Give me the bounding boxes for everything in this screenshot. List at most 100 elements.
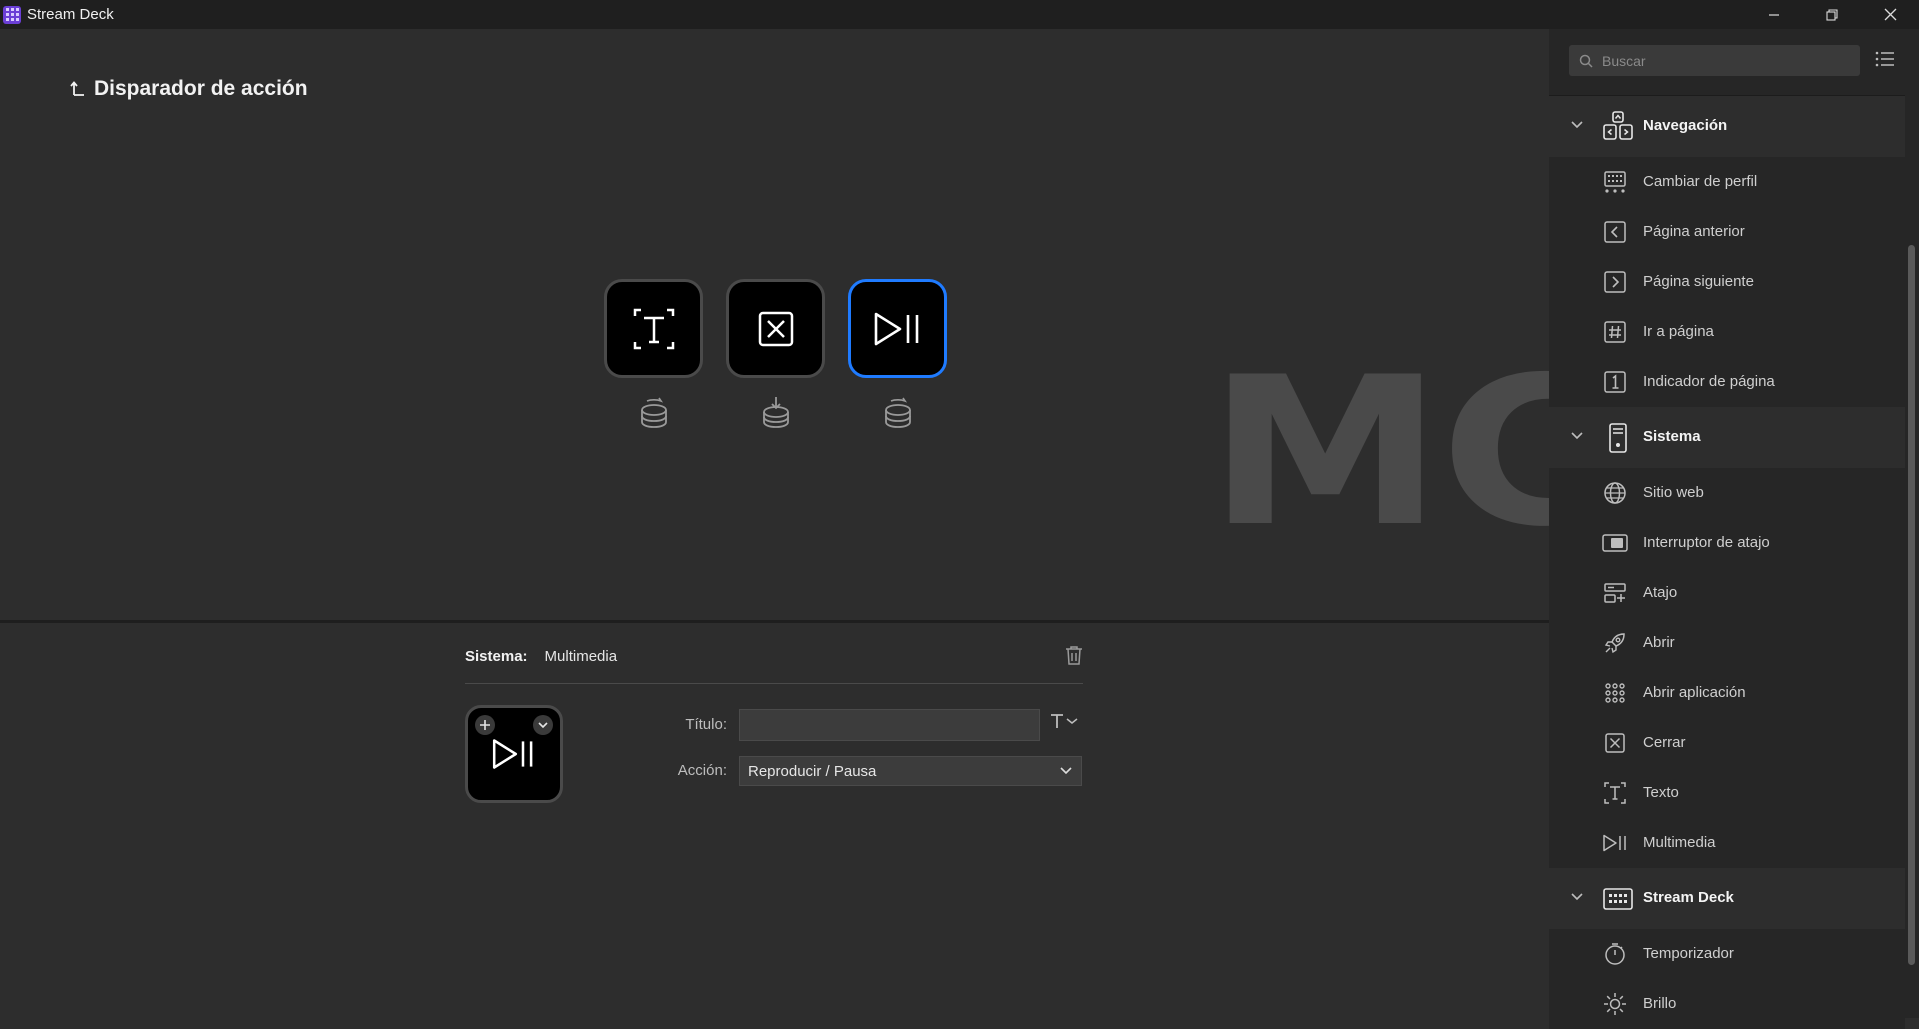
delete-button[interactable] <box>1065 645 1083 665</box>
canvas-area: Disparador de acción MC <box>0 29 1613 621</box>
go-to-page-icon <box>1602 320 1628 344</box>
key-text[interactable] <box>604 279 703 378</box>
key-multimedia[interactable] <box>848 279 947 378</box>
action-name: Multimedia <box>544 647 618 665</box>
stream-deck-icon <box>1601 882 1635 916</box>
action-cerrar[interactable]: Cerrar <box>1549 718 1905 768</box>
search-input[interactable]: Buscar <box>1602 53 1646 69</box>
timer-icon <box>1602 942 1628 966</box>
key-image-preview[interactable] <box>465 705 563 803</box>
restore-button[interactable] <box>1803 0 1861 29</box>
navigation-icon <box>1601 110 1635 144</box>
trigger-rotate-icon[interactable] <box>639 396 669 430</box>
search-icon <box>1579 54 1593 68</box>
system-icon <box>1601 421 1635 455</box>
hotkey-switch-icon <box>1602 531 1628 555</box>
action-texto[interactable]: Texto <box>1549 768 1905 818</box>
trash-icon <box>1066 646 1082 665</box>
play-pause-icon <box>874 312 918 345</box>
action-atajo[interactable]: Atajo <box>1549 568 1905 618</box>
globe-icon <box>1602 481 1628 505</box>
action-select[interactable]: Reproducir / Pausa <box>739 756 1082 786</box>
profile-switch-icon <box>1602 170 1628 194</box>
sidebar-scrollbar[interactable] <box>1905 95 1919 1018</box>
next-page-icon <box>1602 270 1628 294</box>
action-sitio-web[interactable]: Sitio web <box>1549 468 1905 518</box>
hotkey-icon <box>1602 581 1628 605</box>
image-options-button[interactable] <box>533 715 553 735</box>
action-label: Abrir <box>1643 634 1675 651</box>
action-label: Indicador de página <box>1643 373 1775 390</box>
list-view-icon <box>1875 51 1894 67</box>
chevron-down-icon <box>1571 893 1583 901</box>
action-abrir-aplicacion[interactable]: Abrir aplicación <box>1549 668 1905 718</box>
title-input[interactable] <box>739 709 1040 741</box>
action-abrir[interactable]: Abrir <box>1549 618 1905 668</box>
action-brillo[interactable]: Brillo <box>1549 979 1905 1029</box>
play-pause-icon <box>1602 831 1628 855</box>
rocket-icon <box>1602 631 1628 655</box>
restore-icon <box>1826 8 1838 21</box>
action-label: Página siguiente <box>1643 273 1754 290</box>
chevron-down-icon <box>1066 718 1078 724</box>
category-label: Stream Deck <box>1643 889 1734 906</box>
action-temporizador[interactable]: Temporizador <box>1549 929 1905 979</box>
keys-row <box>604 279 947 430</box>
search-box[interactable]: Buscar <box>1569 45 1860 76</box>
action-category-list: Navegación Cambiar de perfil Página ante… <box>1549 96 1905 1029</box>
text-icon <box>633 308 674 349</box>
back-link[interactable]: Disparador de acción <box>70 77 308 101</box>
window-title: Stream Deck <box>27 6 114 23</box>
action-interruptor-de-atajo[interactable]: Interruptor de atajo <box>1549 518 1905 568</box>
trigger-rotate-icon-2[interactable] <box>883 396 913 430</box>
add-image-button[interactable] <box>475 715 495 735</box>
category-label: Navegación <box>1643 117 1728 134</box>
action-multimedia[interactable]: Multimedia <box>1549 818 1905 868</box>
action-label: Temporizador <box>1643 945 1734 962</box>
action-label: Multimedia <box>1643 834 1716 851</box>
close-box-icon <box>1602 731 1628 755</box>
action-label: Atajo <box>1643 584 1678 601</box>
action-select-value: Reproducir / Pausa <box>748 762 877 780</box>
action-label: Brillo <box>1643 995 1677 1012</box>
text-icon <box>1602 781 1628 805</box>
play-pause-icon <box>492 739 533 769</box>
title-bar: Stream Deck <box>0 0 1919 29</box>
plus-icon <box>480 720 490 730</box>
app-grid-icon <box>1602 681 1628 705</box>
brightness-icon <box>1602 992 1628 1016</box>
category-stream-deck[interactable]: Stream Deck <box>1549 868 1905 929</box>
action-cambiar-de-perfil[interactable]: Cambiar de perfil <box>1549 157 1905 207</box>
page-indicator-icon <box>1602 370 1628 394</box>
scrollbar-thumb[interactable] <box>1908 245 1915 965</box>
action-label: Abrir aplicación <box>1643 684 1746 701</box>
chevron-down-icon <box>1060 767 1072 775</box>
minimize-button[interactable] <box>1745 0 1803 29</box>
list-view-button[interactable] <box>1875 50 1895 68</box>
actions-sidebar: Buscar Navegación Cambiar de perfil Pági… <box>1549 29 1919 1029</box>
page-title: Disparador de acción <box>94 77 308 100</box>
title-style-button[interactable] <box>1050 713 1078 729</box>
action-indicador-de-pagina[interactable]: Indicador de página <box>1549 357 1905 407</box>
close-window-button[interactable] <box>1861 0 1919 29</box>
key-close[interactable] <box>726 279 825 378</box>
action-label: Ir a página <box>1643 323 1714 340</box>
category-sistema[interactable]: Sistema <box>1549 407 1905 468</box>
action-label: Cambiar de perfil <box>1643 173 1758 190</box>
trigger-press-icon[interactable] <box>761 396 791 430</box>
close-box-icon <box>758 311 793 346</box>
action-ir-a-pagina[interactable]: Ir a página <box>1549 307 1905 357</box>
previous-page-icon <box>1602 220 1628 244</box>
chevron-down-icon <box>1571 432 1583 440</box>
stream-deck-app-icon <box>3 5 21 24</box>
action-pagina-anterior[interactable]: Página anterior <box>1549 207 1905 257</box>
minimize-icon <box>1769 13 1779 16</box>
text-style-icon <box>1051 714 1063 728</box>
category-navegacion[interactable]: Navegación <box>1549 96 1905 157</box>
action-label: Sitio web <box>1643 484 1704 501</box>
property-inspector: Sistema: Multimedia Título: Acción: Repr… <box>0 623 1549 1018</box>
action-pagina-siguiente[interactable]: Página siguiente <box>1549 257 1905 307</box>
action-label: Página anterior <box>1643 223 1745 240</box>
category-label: Sistema <box>1643 428 1701 445</box>
chevron-down-icon <box>1571 121 1583 129</box>
